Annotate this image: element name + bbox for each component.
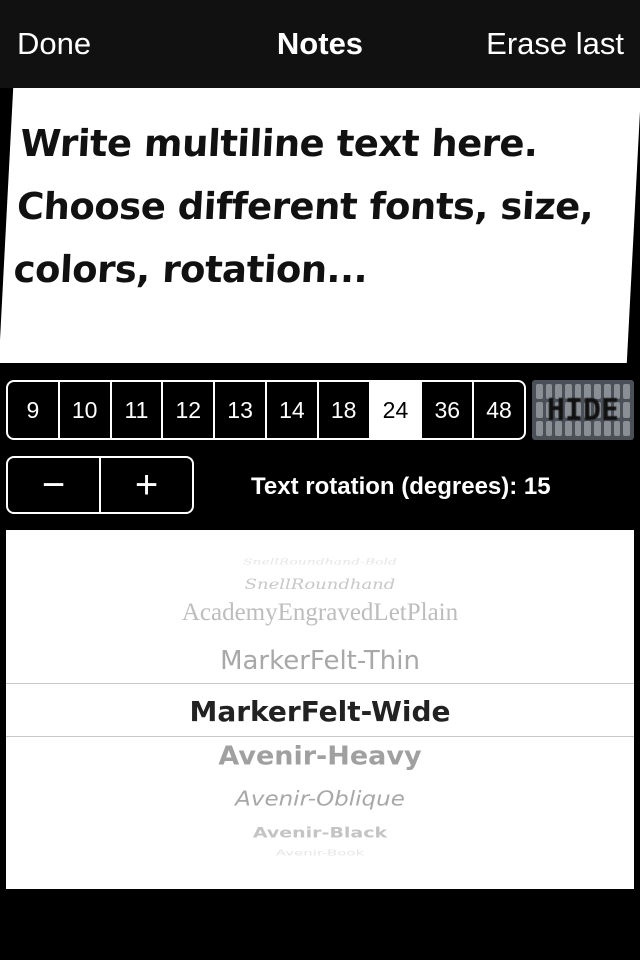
hide-keyboard-button[interactable]: HIDE	[532, 380, 634, 440]
size-option[interactable]: 11	[112, 382, 164, 438]
navigation-bar: Done Notes Erase last	[0, 0, 640, 88]
font-option[interactable]: SnellRoundhand-Bold	[6, 557, 634, 567]
size-option[interactable]: 14	[267, 382, 319, 438]
font-option[interactable]: Avenir-Black	[6, 825, 634, 842]
size-option-selected[interactable]: 24	[370, 382, 423, 438]
hide-label: HIDE	[546, 392, 620, 428]
font-option[interactable]: SnellRoundhand	[6, 576, 634, 593]
font-option[interactable]: Avenir-Book	[6, 849, 634, 858]
increment-button[interactable]: +	[101, 458, 192, 512]
selection-divider	[6, 736, 634, 737]
rotation-label: Text rotation (degrees): 15	[251, 473, 551, 500]
font-option[interactable]: AcademyEngravedLetPlain	[6, 599, 634, 627]
done-button[interactable]: Done	[17, 26, 91, 62]
note-text-area[interactable]: Write multiline text here. Choose differ…	[0, 88, 640, 363]
size-option[interactable]: 10	[60, 382, 112, 438]
selection-divider	[6, 683, 634, 684]
decrement-button[interactable]: −	[8, 458, 101, 512]
size-option[interactable]: 48	[474, 382, 524, 438]
size-option[interactable]: 9	[8, 382, 60, 438]
font-size-segmented-control: 9 10 11 12 13 14 18 24 36 48	[6, 380, 526, 440]
size-option[interactable]: 36	[422, 382, 475, 438]
font-option[interactable]: Avenir-Oblique	[6, 787, 634, 810]
font-option[interactable]: MarkerFelt-Thin	[6, 646, 634, 676]
font-option[interactable]: Avenir-Heavy	[6, 742, 634, 771]
font-option-selected[interactable]: MarkerFelt-Wide	[6, 695, 634, 728]
size-option[interactable]: 18	[319, 382, 371, 438]
erase-last-button[interactable]: Erase last	[486, 26, 624, 62]
size-option[interactable]: 12	[163, 382, 216, 438]
rotation-stepper: − +	[6, 456, 194, 514]
font-picker[interactable]: SnellRoundhand-Bold SnellRoundhand Acade…	[6, 530, 634, 889]
size-option[interactable]: 13	[215, 382, 267, 438]
